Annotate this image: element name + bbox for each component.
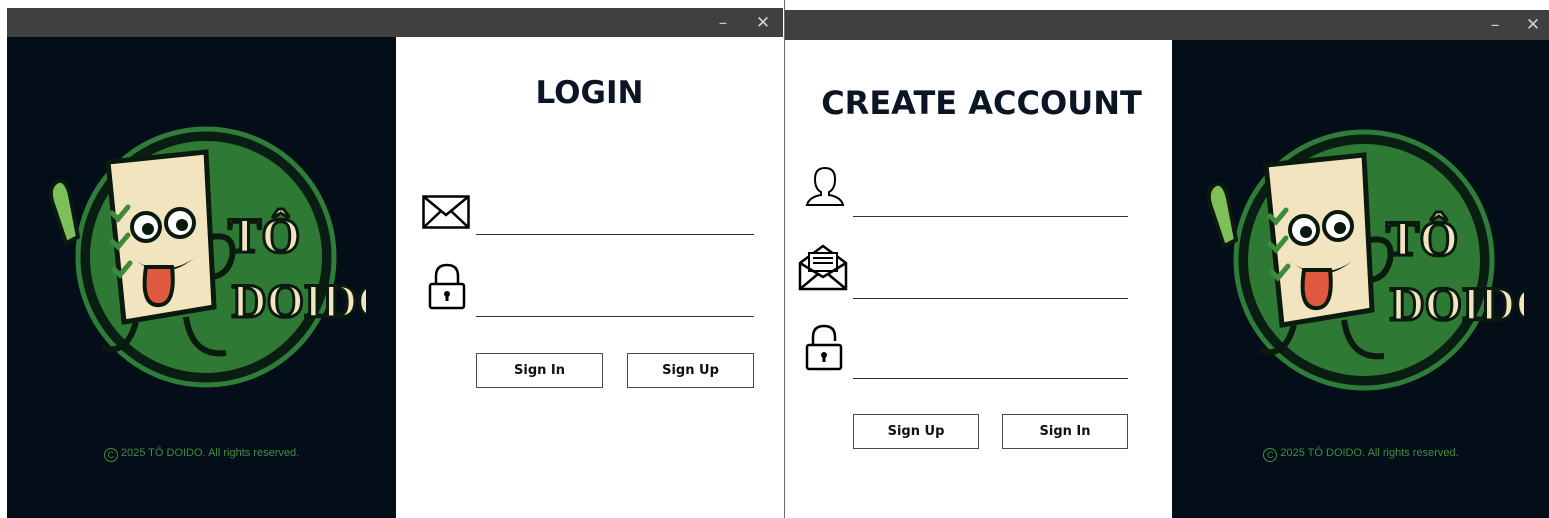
minimize-button[interactable]: – [707,8,739,37]
logo-text-to: TÔ [228,207,300,263]
page-title: CREATE ACCOUNT [821,84,1142,122]
password-input[interactable] [853,353,1128,379]
brand-panel: TÔ DOIDO C2025 TÔ DOIDO. All rights rese… [1172,40,1549,518]
brand-panel: TÔ DOIDO C2025 TÔ DOIDO. All rights rese… [7,37,396,518]
logo-text-doido: DOIDO [1390,278,1524,331]
minimize-button[interactable]: – [1479,10,1511,40]
sign-up-button[interactable]: Sign Up [627,353,754,388]
todoido-logo: TÔ DOIDO [48,126,366,388]
username-input[interactable] [853,191,1128,217]
lock-icon [805,324,843,371]
user-icon [805,166,845,206]
envelope-icon [422,195,470,229]
copyright-label: 2025 TÔ DOIDO. All rights reserved. [120,447,300,459]
signup-titlebar[interactable]: – ✕ [785,10,1549,40]
copyright-icon: C [1263,448,1278,462]
copyright-text: C 2025 TÔ DOIDO. All rights reserved. [7,447,396,462]
copyright-text: C 2025 TÔ DOIDO. All rights reserved. [1172,447,1549,462]
page-title: LOGIN [535,75,644,111]
envelope-open-icon [798,244,848,291]
lock-icon [428,263,466,310]
todoido-logo: TÔ DOIDO [1206,129,1524,391]
email-input[interactable] [853,273,1128,299]
close-button[interactable]: ✕ [1517,10,1549,40]
login-titlebar[interactable]: – ✕ [7,8,783,37]
logo-text-doido: DOIDO [232,275,366,328]
logo-text-to: TÔ [1386,210,1458,266]
login-window: – ✕ TÔ DOIDO C2025 TÔ DOIDO. All rights … [0,0,784,518]
close-button[interactable]: ✕ [747,8,779,37]
sign-in-button[interactable]: Sign In [476,353,603,388]
copyright-icon: C [103,448,118,462]
signup-window: – ✕ CREATE ACCOUNT Sign Up Sign In TÔ DO… [784,0,1549,518]
password-input[interactable] [476,291,754,317]
email-input[interactable] [476,209,754,235]
sign-up-button[interactable]: Sign Up [853,414,979,449]
sign-in-button[interactable]: Sign In [1002,414,1128,449]
signup-form: CREATE ACCOUNT Sign Up Sign In [785,40,1172,518]
copyright-label: 2025 TÔ DOIDO. All rights reserved. [1280,447,1459,459]
login-form: LOGIN Sign In Sign Up [396,37,783,518]
